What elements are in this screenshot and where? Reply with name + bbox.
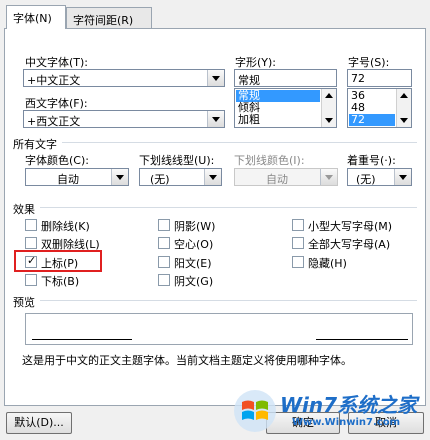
chevron-down-icon[interactable]: [207, 70, 224, 86]
scroll-down-icon[interactable]: [325, 118, 333, 123]
style-option[interactable]: 加粗: [236, 114, 260, 126]
effects-title: 效果: [13, 203, 35, 216]
hidden-label[interactable]: 隐藏(H): [308, 255, 347, 271]
subscript-label[interactable]: 下标(B): [41, 273, 79, 289]
chevron-down-icon[interactable]: [394, 169, 411, 185]
subscript-checkbox[interactable]: [25, 274, 37, 286]
watermark: Win7系统之家 Www.Winwin7.com: [232, 384, 428, 438]
strikethrough-checkbox[interactable]: [25, 219, 37, 231]
tab-character-spacing-label: 字符间距(R): [73, 14, 134, 27]
underline-type-value: (无): [150, 173, 170, 186]
underline-type-select[interactable]: (无): [139, 168, 222, 186]
size-list[interactable]: 36 48 72: [347, 88, 412, 128]
divider: [40, 300, 417, 301]
scroll-down-icon[interactable]: [400, 118, 408, 123]
size-input[interactable]: 72: [347, 69, 412, 87]
emboss-checkbox[interactable]: [158, 256, 170, 268]
western-font-label: 西文字体(F):: [25, 97, 88, 110]
shadow-checkbox[interactable]: [158, 219, 170, 231]
chinese-font-select[interactable]: +中文正文: [23, 69, 225, 87]
divider: [62, 142, 417, 143]
preview-box: [25, 313, 413, 345]
tab-font-label: 字体(N): [13, 12, 52, 25]
font-color-value: 自动: [57, 173, 79, 186]
default-button-label: 默认(D)...: [14, 416, 64, 429]
size-value: 72: [351, 72, 365, 85]
style-scrollbar[interactable]: [321, 89, 336, 127]
style-label: 字形(Y):: [235, 56, 277, 69]
chinese-font-label: 中文字体(T):: [25, 56, 89, 69]
watermark-url: Www.Winwin7.com: [292, 417, 401, 428]
small-caps-checkbox[interactable]: [292, 219, 304, 231]
emphasis-select[interactable]: (无): [347, 168, 412, 186]
divider: [40, 207, 417, 208]
hidden-checkbox[interactable]: [292, 256, 304, 268]
chinese-font-value: +中文正文: [27, 74, 81, 87]
style-input[interactable]: 常规: [234, 69, 337, 87]
font-color-label: 字体颜色(C):: [25, 154, 89, 167]
preview-note: 这是用于中文的正文主题字体。当前文档主题定义将使用哪种字体。: [22, 354, 352, 367]
underline-color-label: 下划线颜色(I):: [234, 154, 305, 167]
size-label: 字号(S):: [348, 56, 390, 69]
size-option[interactable]: 72: [349, 114, 395, 126]
western-font-value: +西文正文: [27, 115, 81, 128]
chevron-down-icon[interactable]: [207, 111, 224, 127]
preview-baseline-left: [32, 339, 132, 340]
underline-color-select[interactable]: 自动: [234, 168, 338, 186]
shadow-label[interactable]: 阴影(W): [174, 218, 215, 234]
preview-title: 预览: [13, 296, 35, 309]
small-caps-label[interactable]: 小型大写字母(M): [308, 218, 392, 234]
all-caps-checkbox[interactable]: [292, 237, 304, 249]
tab-character-spacing[interactable]: 字符间距(R): [66, 7, 152, 29]
highlight-box: [14, 250, 102, 272]
underline-color-value: 自动: [266, 173, 288, 186]
emboss-label[interactable]: 阳文(E): [174, 255, 212, 271]
outline-label[interactable]: 空心(O): [174, 236, 213, 252]
tab-font[interactable]: 字体(N): [6, 5, 66, 29]
underline-type-label: 下划线线型(U):: [139, 154, 215, 167]
western-font-select[interactable]: +西文正文: [23, 110, 225, 128]
watermark-brand: Win7系统之家: [280, 393, 418, 417]
chevron-down-icon[interactable]: [111, 169, 128, 185]
scroll-up-icon[interactable]: [400, 93, 408, 98]
style-list[interactable]: 常规 倾斜 加粗: [234, 88, 337, 128]
engrave-checkbox[interactable]: [158, 274, 170, 286]
all-text-title: 所有文字: [13, 138, 57, 151]
size-scrollbar[interactable]: [396, 89, 411, 127]
font-color-select[interactable]: 自动: [25, 168, 129, 186]
style-value: 常规: [238, 74, 260, 87]
emphasis-label: 着重号(·):: [347, 154, 396, 167]
double-strikethrough-checkbox[interactable]: [25, 237, 37, 249]
all-caps-label[interactable]: 全部大写字母(A): [308, 236, 390, 252]
chevron-down-icon[interactable]: [204, 169, 221, 185]
engrave-label[interactable]: 阴文(G): [174, 273, 213, 289]
outline-checkbox[interactable]: [158, 237, 170, 249]
default-button[interactable]: 默认(D)...: [6, 412, 72, 434]
preview-baseline-right: [316, 339, 408, 340]
windows-logo-icon: [234, 390, 276, 432]
scroll-up-icon[interactable]: [325, 93, 333, 98]
chevron-down-icon[interactable]: [320, 169, 337, 185]
emphasis-value: (无): [356, 173, 376, 186]
strikethrough-label[interactable]: 删除线(K): [41, 218, 90, 234]
